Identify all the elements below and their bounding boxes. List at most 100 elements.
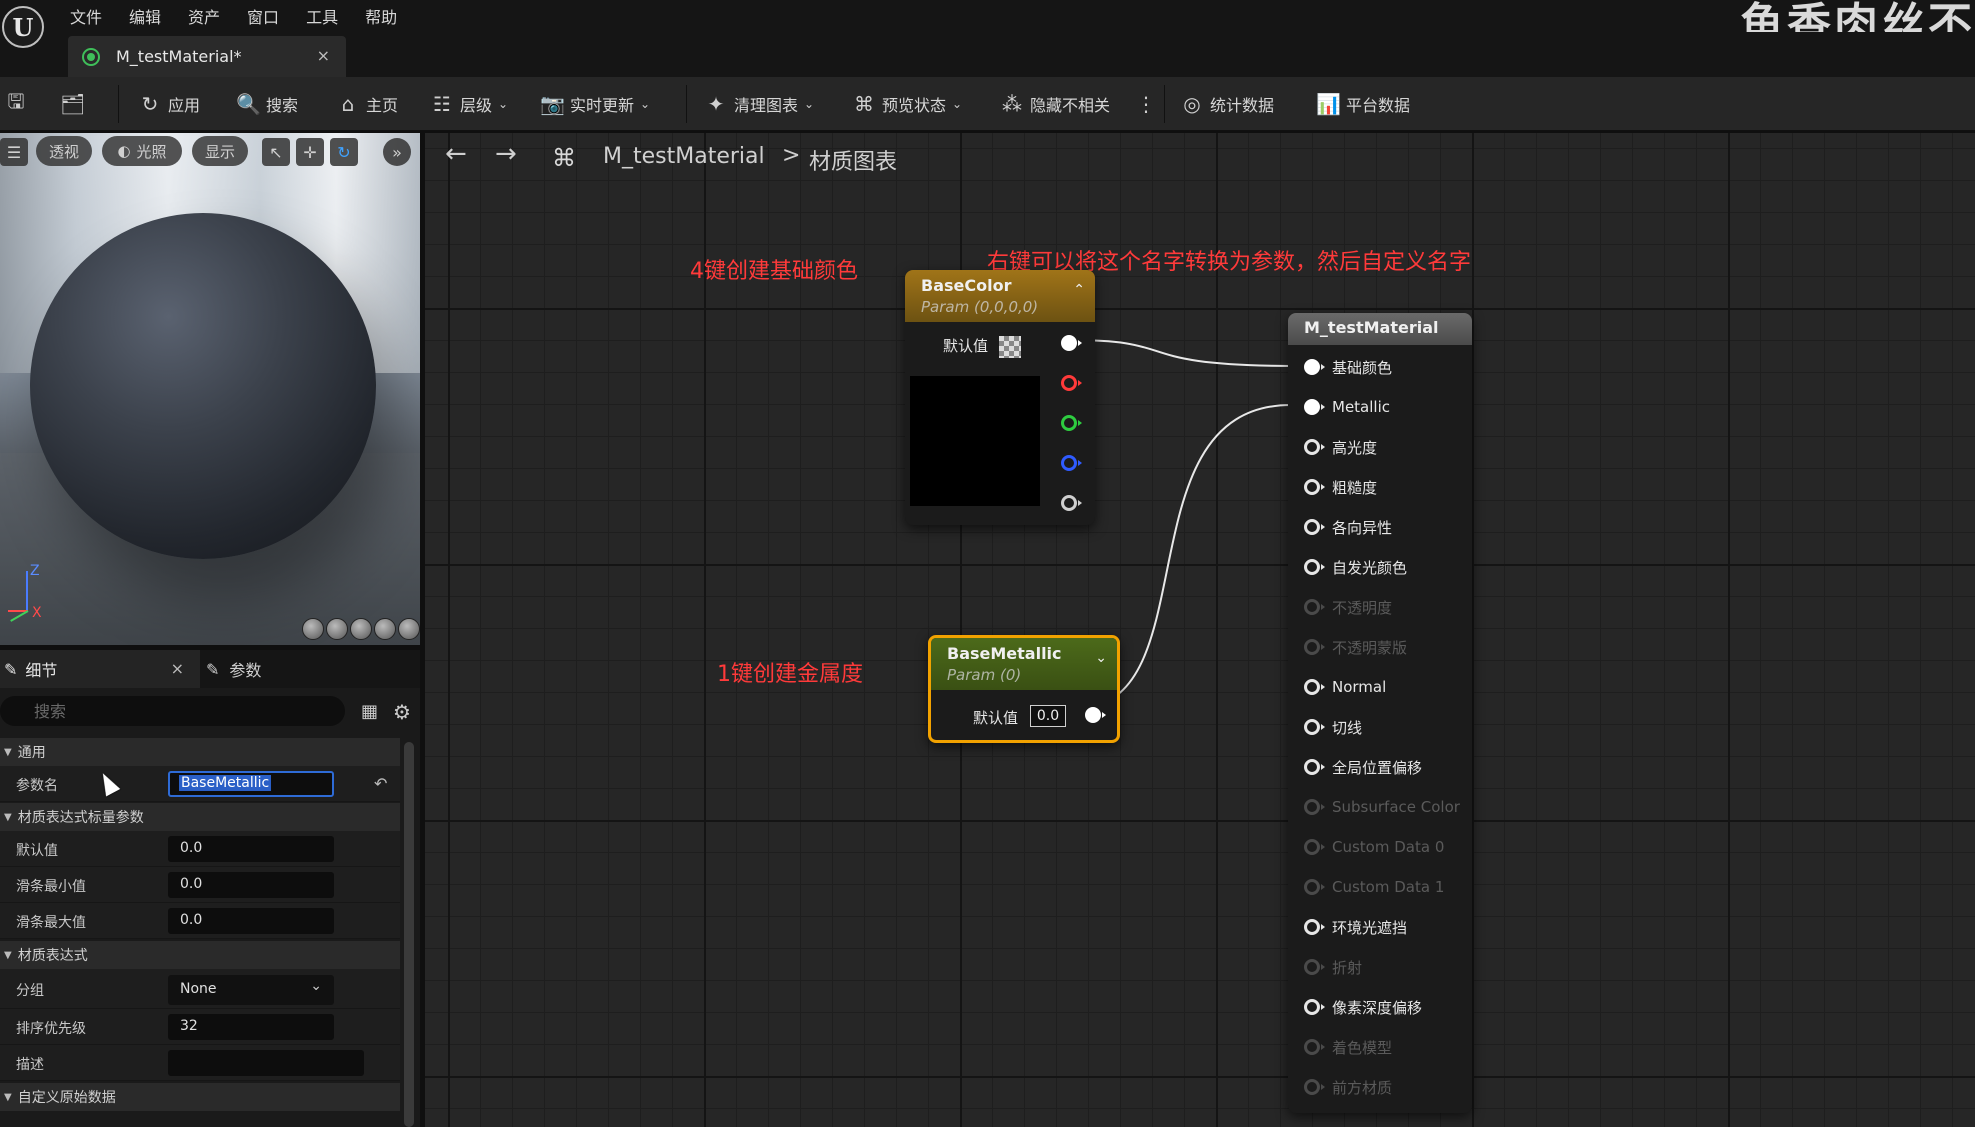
input-pin[interactable] (1304, 479, 1325, 495)
input-pin[interactable] (1304, 999, 1325, 1015)
color-swatch-icon[interactable] (999, 336, 1021, 358)
close-icon[interactable]: × (171, 659, 184, 678)
output-pin-r[interactable] (1061, 375, 1082, 391)
material-input-row[interactable]: Custom Data 1 (1304, 875, 1444, 899)
section-general[interactable]: ▼ 通用 (0, 738, 400, 766)
section-expression[interactable]: ▼ 材质表达式 (0, 941, 400, 969)
stats-button[interactable]: ◎ 统计数据 (1180, 77, 1274, 131)
material-input-row[interactable]: 环境光遮挡 (1304, 915, 1407, 939)
output-pin[interactable] (1085, 707, 1106, 723)
cylinder-preview-icon[interactable] (302, 618, 324, 640)
unreal-logo[interactable]: U (2, 6, 44, 48)
input-pin[interactable] (1304, 839, 1325, 855)
default-value-input[interactable]: 0.0 (1030, 705, 1066, 727)
node-material-output[interactable]: M_testMaterial 基础颜色 Metallic 高光度 粗糙度 各向异性 自发光… (1288, 313, 1472, 1113)
tab-details[interactable]: ✎ 细节 × (0, 650, 200, 688)
material-input-row[interactable]: 折射 (1304, 955, 1362, 979)
apply-button[interactable]: ↻ 应用 (138, 77, 200, 131)
table-view-icon[interactable]: ▦ (361, 701, 378, 722)
input-pin[interactable] (1304, 519, 1325, 535)
reset-icon[interactable]: ↶ (374, 774, 387, 793)
material-input-row[interactable]: 粗糙度 (1304, 475, 1377, 499)
hierarchy-button[interactable]: ☷ 层级 ⌄ (430, 77, 508, 131)
details-scrollbar[interactable] (404, 742, 414, 1127)
default-value-input[interactable]: 0.0 (168, 836, 334, 862)
material-input-row[interactable]: 基础颜色 (1304, 355, 1392, 379)
tab-m-testmaterial[interactable]: M_testMaterial* × (68, 36, 346, 77)
output-pin-rgb[interactable] (1061, 335, 1082, 351)
more-options-button[interactable]: ⋮ (1134, 77, 1164, 131)
input-pin[interactable] (1304, 559, 1325, 575)
hamburger-menu-icon[interactable]: ☰ (0, 138, 28, 166)
material-input-row[interactable]: Custom Data 0 (1304, 835, 1444, 859)
menu-file[interactable]: 文件 (70, 4, 119, 28)
material-input-row[interactable]: 高光度 (1304, 435, 1377, 459)
input-pin[interactable] (1304, 439, 1325, 455)
save-button[interactable]: 🖫 (4, 77, 34, 131)
slider-max-input[interactable]: 0.0 (168, 908, 334, 934)
material-input-row[interactable]: Normal (1304, 675, 1386, 699)
input-pin[interactable] (1304, 919, 1325, 935)
material-input-row[interactable]: 像素深度偏移 (1304, 995, 1422, 1019)
menu-help[interactable]: 帮助 (365, 4, 414, 28)
forward-arrow-icon[interactable]: → (495, 139, 517, 169)
output-pin-g[interactable] (1061, 415, 1082, 431)
input-pin[interactable] (1304, 359, 1325, 375)
plane-preview-icon[interactable] (350, 618, 372, 640)
material-input-row[interactable]: 不透明蒙版 (1304, 635, 1407, 659)
description-input[interactable] (168, 1050, 364, 1076)
node-header[interactable]: M_testMaterial (1288, 313, 1472, 345)
live-update-button[interactable]: 📷 实时更新 ⌄ (540, 77, 650, 131)
menu-edit[interactable]: 编辑 (129, 4, 178, 28)
menu-window[interactable]: 窗口 (247, 4, 296, 28)
input-pin[interactable] (1304, 1039, 1325, 1055)
section-scalar-params[interactable]: ▼ 材质表达式标量参数 (0, 803, 400, 831)
home-button[interactable]: ⌂ 主页 (336, 77, 398, 131)
slider-min-input[interactable]: 0.0 (168, 872, 334, 898)
input-pin[interactable] (1304, 1079, 1325, 1095)
browse-button[interactable]: 🗂 (60, 77, 90, 131)
details-search-input[interactable] (0, 696, 345, 726)
material-input-row[interactable]: 全局位置偏移 (1304, 755, 1422, 779)
gear-icon[interactable]: ⚙ (393, 700, 411, 724)
show-button[interactable]: 显示 (192, 136, 248, 166)
hide-unrelated-button[interactable]: ⁂ 隐藏不相关 (1000, 77, 1110, 131)
menu-asset[interactable]: 资产 (188, 4, 237, 28)
node-basemetallic[interactable]: BaseMetallic Param (0) ⌄ 默认值 0.0 (928, 635, 1120, 743)
material-preview-viewport[interactable]: ☰ 透视 ◐ 光照 显示 ↖ ✛ ↻ » Z X (0, 133, 420, 645)
input-pin[interactable] (1304, 879, 1325, 895)
group-dropdown[interactable]: None ⌄ (168, 975, 334, 1005)
material-input-row[interactable]: 各向异性 (1304, 515, 1392, 539)
section-custom-primitive[interactable]: ▼ 自定义原始数据 (0, 1083, 400, 1111)
node-header[interactable]: BaseMetallic Param (0) ⌄ (931, 638, 1117, 690)
input-pin[interactable] (1304, 399, 1325, 415)
cube-preview-icon[interactable] (374, 618, 396, 640)
back-arrow-icon[interactable]: ← (445, 139, 467, 169)
preview-state-button[interactable]: ⌘ 预览状态 ⌄ (852, 77, 962, 131)
move-tool-icon[interactable]: ✛ (296, 138, 324, 166)
perspective-button[interactable]: 透视 (36, 136, 92, 166)
chevron-up-icon[interactable]: ⌃ (1073, 282, 1085, 298)
sphere-preview-icon[interactable] (326, 618, 348, 640)
close-icon[interactable]: × (317, 46, 330, 65)
lighting-button[interactable]: ◐ 光照 (102, 136, 182, 166)
input-pin[interactable] (1304, 959, 1325, 975)
material-input-row[interactable]: 着色模型 (1304, 1035, 1392, 1059)
scrollbar-thumb[interactable] (404, 742, 414, 1127)
breadcrumb-asset[interactable]: M_testMaterial (603, 144, 765, 169)
input-pin[interactable] (1304, 719, 1325, 735)
input-pin[interactable] (1304, 679, 1325, 695)
clean-graph-button[interactable]: ✦ 清理图表 ⌄ (704, 77, 814, 131)
chevron-down-icon[interactable]: ⌄ (1095, 650, 1107, 666)
menu-tools[interactable]: 工具 (306, 4, 355, 28)
material-input-row[interactable]: 前方材质 (1304, 1075, 1392, 1099)
param-name-input[interactable]: BaseMetallic (168, 771, 334, 797)
node-header[interactable]: BaseColor Param (0,0,0,0) ⌃ (905, 270, 1095, 322)
search-button[interactable]: 🔍 搜索 (236, 77, 298, 131)
tab-parameters[interactable]: ✎ 参数 (206, 650, 261, 688)
input-pin[interactable] (1304, 759, 1325, 775)
material-input-row[interactable]: 切线 (1304, 715, 1362, 739)
output-pin-b[interactable] (1061, 455, 1082, 471)
breadcrumb-graph[interactable]: 材质图表 (809, 144, 897, 176)
input-pin[interactable] (1304, 799, 1325, 815)
